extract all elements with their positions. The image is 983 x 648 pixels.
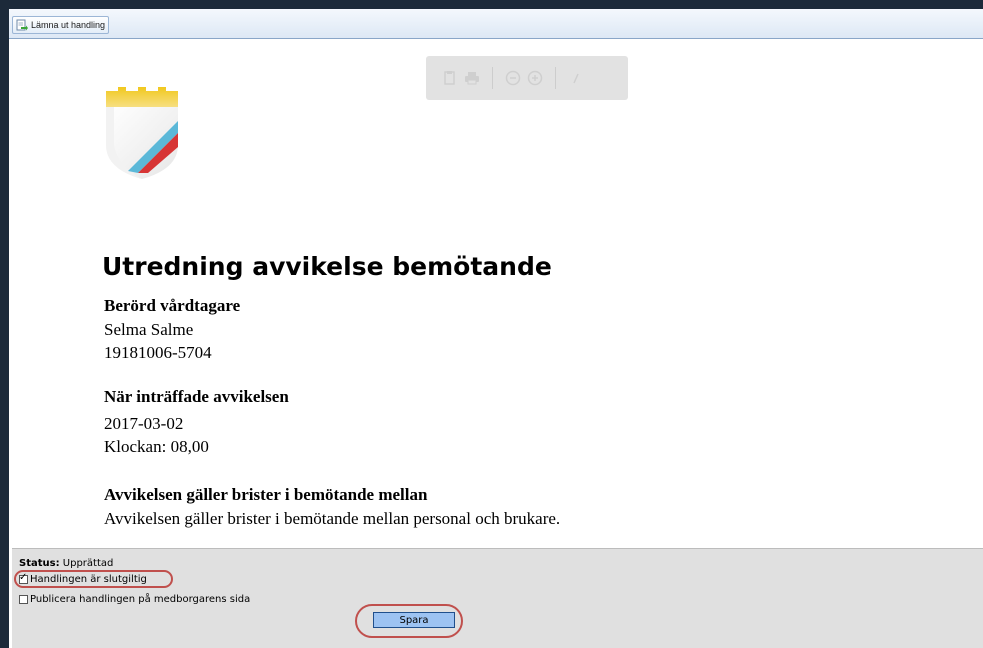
- edit-icon[interactable]: [568, 70, 584, 86]
- submit-document-label: Lämna ut handling: [31, 20, 106, 30]
- occurred-time: Klockan: 08,00: [104, 437, 209, 456]
- document-title: Utredning avvikelse bemötande: [102, 252, 552, 281]
- affected-name: Selma Salme: [104, 320, 194, 339]
- municipality-logo: [106, 87, 178, 179]
- final-checkbox-row[interactable]: Handlingen är slutgiltig: [19, 572, 147, 585]
- document-arrow-icon: [16, 19, 28, 31]
- submit-document-button[interactable]: Lämna ut handling: [12, 16, 110, 34]
- save-button[interactable]: Spara: [373, 612, 455, 628]
- occurred-date: 2017-03-02: [104, 414, 184, 433]
- status-line: Status: Upprättad: [19, 558, 113, 569]
- status-value: Upprättad: [62, 558, 114, 569]
- window-left-border: [0, 0, 9, 648]
- zoom-out-icon[interactable]: [505, 70, 521, 86]
- concerns-text: Avvikelsen gäller brister i bemötande me…: [104, 509, 561, 528]
- top-toolbar: Lämna ut handling: [9, 9, 983, 39]
- occurred-heading: När inträffade avvikelsen: [104, 387, 289, 406]
- document-viewer: Utredning avvikelse bemötande Berörd vår…: [12, 40, 983, 548]
- toolbar-separator: [492, 67, 493, 89]
- publish-checkbox-label: Publicera handlingen på medborgarens sid…: [30, 594, 251, 605]
- status-label: Status:: [19, 558, 60, 569]
- affected-heading: Berörd vårdtagare: [104, 296, 241, 315]
- viewer-toolbar: [426, 56, 628, 100]
- publish-checkbox[interactable]: [19, 595, 28, 604]
- affected-id: 19181006-5704: [104, 343, 212, 362]
- bottom-panel: Status: Upprättad Handlingen är slutgilt…: [12, 548, 983, 648]
- publish-checkbox-row[interactable]: Publicera handlingen på medborgarens sid…: [19, 594, 250, 605]
- window-top-border: [0, 0, 983, 9]
- copy-icon[interactable]: [442, 70, 458, 86]
- final-checkbox[interactable]: [19, 572, 28, 584]
- toolbar-separator: [555, 67, 556, 89]
- zoom-in-icon[interactable]: [527, 70, 543, 86]
- print-icon[interactable]: [464, 70, 480, 86]
- final-checkbox-label: Handlingen är slutgiltig: [30, 574, 147, 585]
- concerns-heading: Avvikelsen gäller brister i bemötande me…: [104, 485, 428, 504]
